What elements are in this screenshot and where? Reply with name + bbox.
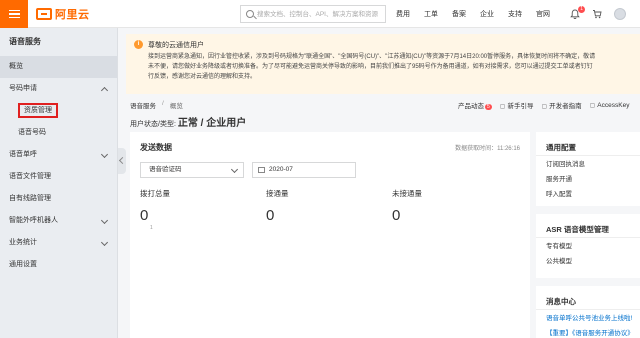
sidebar-item-voice-single-call[interactable]: 语音单呼	[0, 144, 117, 166]
notice-line: 行反馈，感谢您对云通信的理解和支持。	[148, 74, 257, 80]
breadcrumb: 语音服务 / 概览	[130, 100, 183, 110]
sidebar-item-label: 业务统计	[9, 239, 37, 246]
search-box[interactable]	[240, 5, 386, 23]
asr-link-private[interactable]: 专有模型	[536, 241, 640, 253]
stat-label: 拨打总量	[140, 189, 170, 198]
aliyun-logo[interactable]: 阿里云	[36, 6, 90, 22]
sidebar-item-label: 概览	[9, 63, 23, 70]
sidebar-item-number-application[interactable]: 号码申请	[0, 78, 117, 100]
config-link-inbound[interactable]: 呼入配置	[536, 189, 640, 201]
sidebar-item-statistics[interactable]: 业务统计	[0, 232, 117, 254]
type-select[interactable]: 语音验证码	[140, 162, 244, 178]
stat-connected: 接通量 0	[266, 188, 386, 224]
breadcrumb-current: 概览	[169, 103, 183, 110]
nav-icp[interactable]: 备案	[452, 9, 466, 19]
stat-label: 未接通量	[392, 189, 422, 198]
menu-icon[interactable]	[0, 0, 28, 28]
top-icons: 1	[570, 0, 626, 28]
sidebar-item-voice-files[interactable]: 语音文件管理	[0, 166, 117, 188]
chevron-down-icon	[100, 238, 109, 247]
header-links: 产品动态5 新手引导 开发者指南 AccessKey	[458, 100, 629, 110]
product-updates-label: 产品动态	[458, 103, 484, 110]
sidebar-item-label: 语音单呼	[9, 151, 37, 158]
sidebar-title: 语音服务	[9, 37, 41, 46]
month-picker[interactable]: 2020-07	[252, 162, 356, 178]
cart-icon[interactable]	[592, 9, 602, 19]
user-status: 用户状态/类型: 正常 / 企业用户	[130, 114, 246, 129]
stat-value: 0	[392, 207, 401, 224]
message-center-title: 消息中心	[536, 286, 640, 310]
send-data-title: 发送数据	[140, 143, 172, 152]
sidebar-item-label: 智能外呼机器人	[9, 217, 58, 224]
sidebar-item-label: 通用设置	[9, 261, 37, 268]
bell-icon[interactable]: 1	[570, 6, 585, 20]
chevron-down-icon	[100, 150, 109, 159]
info-icon: i	[134, 40, 143, 49]
user-status-value: 正常 / 企业用户	[177, 118, 247, 129]
notice-line: 未不便，请您做好业务降级或者切换准备。为了尽可能避免运营商关停导致的影响，目前我…	[148, 64, 593, 70]
chevron-up-icon	[100, 86, 109, 95]
top-nav: 费用 工单 备案 企业 支持 官网	[396, 0, 564, 28]
chevron-down-icon	[100, 216, 109, 225]
message-link[interactable]: 【重要】《语音服务开通协议》	[536, 328, 640, 338]
stat-total-calls: 拨打总量 0	[140, 188, 260, 224]
developer-guide-link[interactable]: 开发者指南	[541, 100, 582, 110]
data-timestamp: 数据获取时间：11:26:16	[455, 146, 520, 152]
sidebar-item-outbound-robot[interactable]: 智能外呼机器人	[0, 210, 117, 232]
sidebar-item-label: 自有线路管理	[9, 195, 51, 202]
sidebar-item-settings[interactable]: 通用设置	[0, 254, 117, 276]
message-center-card: 消息中心 语音单呼公共号池业务上线啦! 【重要】《语音服务开通协议》	[536, 286, 640, 338]
notification-badge: 1	[578, 6, 585, 13]
sidebar-item-label: 资质管理	[18, 103, 58, 118]
nav-enterprise[interactable]: 企业	[480, 9, 494, 19]
notice-line: 接到运营商紧急通知，因行业管控收紧，涉及到号码规格为"联通全国"、"全国码号(C…	[148, 54, 596, 60]
sidebar: 语音服务 概览 号码申请 资质管理 语音号码 语音单呼 语音文件管理 自有线路管…	[0, 28, 118, 338]
stat-not-connected: 未接通量 0	[392, 188, 512, 224]
stat-value: 0	[266, 207, 275, 224]
beginner-guide-link[interactable]: 新手引导	[500, 100, 533, 110]
logo-mark-icon	[36, 8, 52, 20]
access-key-link[interactable]: AccessKey	[590, 102, 629, 109]
sidebar-item-label: 号码申请	[9, 85, 37, 92]
notice-banner: i 尊敬的云通信用户 接到运营商紧急通知，因行业管控收紧，涉及到号码规格为"联通…	[126, 34, 640, 94]
send-data-card: 发送数据 数据获取时间：11:26:16 语音验证码 2020-07 拨打总量 …	[130, 132, 530, 338]
avatar[interactable]	[614, 8, 626, 20]
general-config-title: 通用配置	[536, 132, 640, 156]
sidebar-item-own-lines[interactable]: 自有线路管理	[0, 188, 117, 210]
config-link-receipt[interactable]: 订阅回执消息	[536, 159, 640, 171]
asr-config-card: ASR 语音模型管理 专有模型 公共模型	[536, 214, 640, 278]
message-link[interactable]: 语音单呼公共号池业务上线啦!	[536, 313, 640, 325]
calendar-icon	[258, 167, 265, 173]
general-config-card: 通用配置 订阅回执消息 服务开通 呼入配置	[536, 132, 640, 206]
nav-support[interactable]: 支持	[508, 9, 522, 19]
search-input[interactable]	[257, 8, 383, 21]
breadcrumb-separator: /	[162, 100, 164, 107]
user-status-label: 用户状态/类型:	[130, 121, 176, 128]
sidebar-item-voice-number[interactable]: 语音号码	[0, 122, 117, 144]
config-link-service[interactable]: 服务开通	[536, 174, 640, 186]
asr-link-public[interactable]: 公共模型	[536, 256, 640, 268]
product-updates-link[interactable]: 产品动态 5	[458, 100, 492, 110]
updates-badge: 5	[485, 104, 492, 110]
sidebar-item-label: 语音文件管理	[9, 173, 51, 180]
sidebar-item-qualification[interactable]: 资质管理	[0, 100, 117, 122]
search-icon	[246, 10, 254, 18]
top-bar: 阿里云 费用 工单 备案 企业 支持 官网 1	[0, 0, 640, 28]
notice-title: 尊敬的云通信用户	[148, 42, 204, 49]
nav-tickets[interactable]: 工单	[424, 9, 438, 19]
stat-label: 接通量	[266, 189, 289, 198]
month-value: 2020-07	[269, 166, 293, 173]
nav-official-site[interactable]: 官网	[536, 9, 550, 19]
logo-text: 阿里云	[55, 9, 90, 21]
asr-config-title: ASR 语音模型管理	[536, 214, 640, 238]
nav-billing[interactable]: 费用	[396, 9, 410, 19]
sidebar-collapse-handle[interactable]	[118, 148, 126, 174]
sidebar-item-overview[interactable]: 概览	[0, 56, 117, 78]
chart-axis-tick: 1	[150, 225, 153, 231]
breadcrumb-root[interactable]: 语音服务	[130, 100, 156, 110]
notice-body: 接到运营商紧急通知，因行业管控收紧，涉及到号码规格为"联通全国"、"全国码号(C…	[148, 52, 636, 82]
stat-value: 0	[140, 207, 149, 224]
sidebar-item-label: 语音号码	[18, 129, 46, 136]
